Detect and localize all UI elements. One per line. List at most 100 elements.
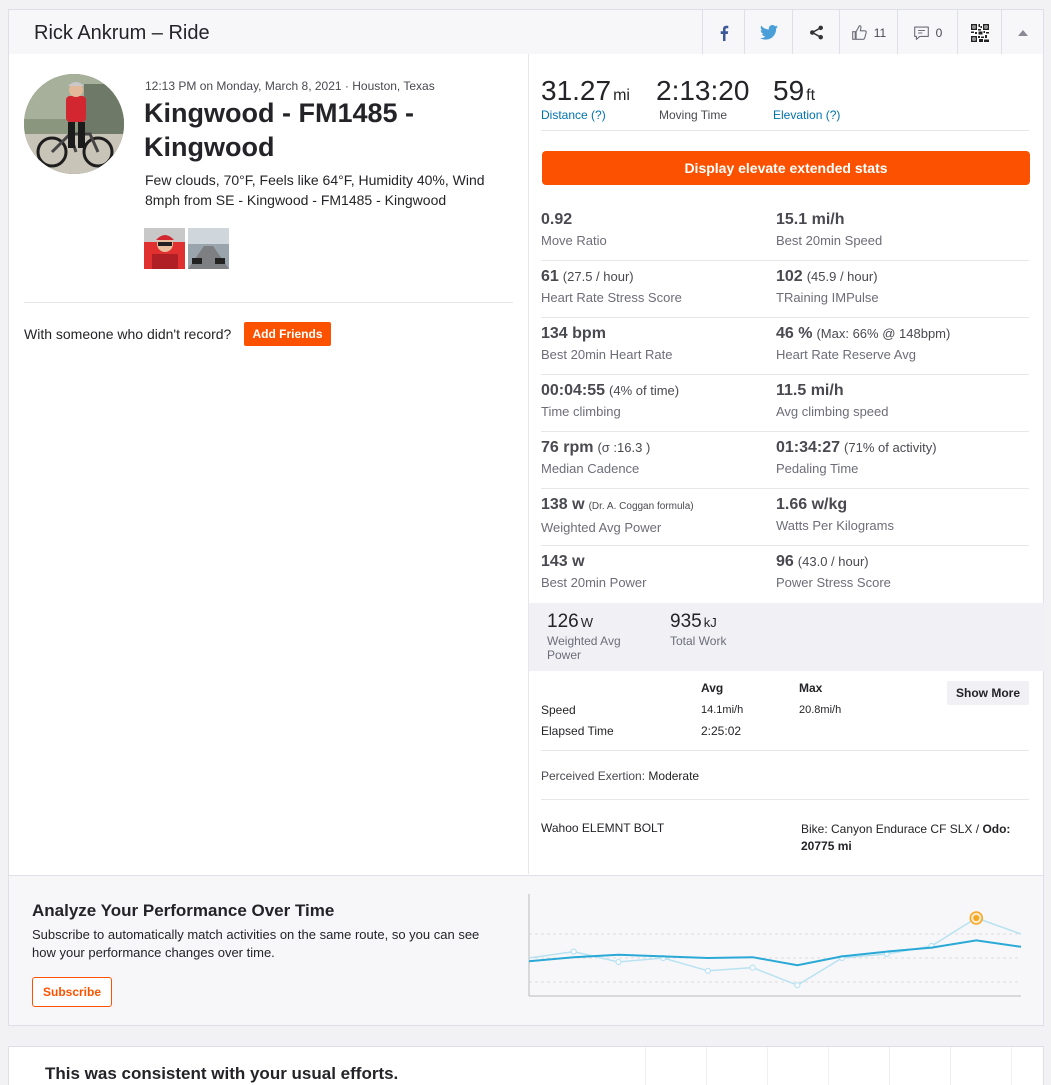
twitter-icon <box>759 25 778 40</box>
extended-stat: 138 w (Dr. A. Coggan formula) Weighted Avg… <box>541 495 694 535</box>
header-actions: 11 0 <box>702 10 1043 55</box>
distance-stat: 31.27 mi Distance (?) <box>541 75 630 123</box>
with-someone-text: With someone who didn't record? <box>24 326 232 342</box>
performance-preview-chart <box>528 894 1022 997</box>
extended-stat: 00:04:55 (4% of time) Time climbing <box>541 381 679 419</box>
moving-time-stat: 2:13:20 Moving Time <box>656 75 750 123</box>
show-more-button[interactable]: Show More <box>947 681 1029 705</box>
extended-stat: 46 % (Max: 66% @ 148bpm) Heart Rate Reserv… <box>776 324 950 362</box>
data-point <box>615 958 622 966</box>
extended-stat-label: Time climbing <box>541 404 621 419</box>
extended-stat-label: Best 20min Power <box>541 575 647 590</box>
qr-code-button[interactable] <box>957 10 1001 55</box>
header-title: Rick Ankrum – Ride <box>34 22 210 44</box>
extended-stat-label: Heart Rate Stress Score <box>541 290 682 305</box>
divider <box>541 488 1029 489</box>
share-button[interactable] <box>792 10 839 55</box>
facebook-share-button[interactable] <box>702 10 744 55</box>
comments-count: 0 <box>935 25 943 40</box>
weighted-avg-power-label-2: Power <box>547 648 582 662</box>
table-cell-avg: 2:25:02 <box>701 724 742 738</box>
share-icon <box>809 25 823 40</box>
promo-title: Analyze Your Performance Over Time <box>32 901 335 920</box>
distance-value: 31.27 <box>541 75 612 106</box>
extended-stat-value: 0.92 <box>541 211 573 228</box>
total-work-stat: 935 kJ Total Work <box>670 611 726 648</box>
data-point <box>570 948 577 955</box>
series-line-individual <box>528 917 1022 987</box>
total-work-label: Total Work <box>670 634 727 648</box>
extended-stat: 61 (27.5 / hour) Heart Rate Stress Score <box>541 267 682 305</box>
extended-stat-label: Best 20min Speed <box>776 233 883 248</box>
extended-stat-value: 138 w <box>541 496 585 513</box>
kudos-count: 11 <box>873 25 887 40</box>
twitter-share-button[interactable] <box>744 10 792 55</box>
qr-code-icon <box>970 23 989 42</box>
activity-date-location: 12:13 PM on Monday, March 8, 2021 · Hous… <box>145 79 435 93</box>
effort-history-columns <box>645 1047 1051 1085</box>
elevation-label-link[interactable]: Elevation (?) <box>773 108 840 122</box>
extended-stat: 0.92 Move Ratio <box>541 210 607 248</box>
performance-upsell: Analyze Your Performance Over Time Subsc… <box>8 875 1044 1026</box>
extended-stat-extra: (Max: 66% @ 148bpm) <box>816 326 951 341</box>
extended-stat-value: 143 w <box>541 553 585 570</box>
column-divider <box>528 54 529 874</box>
photo-thumbnail[interactable] <box>188 228 229 269</box>
distance-label-link[interactable]: Distance (?) <box>541 108 630 122</box>
extended-stat: 76 rpm (σ :16.3 ) Median Cadence <box>541 438 650 476</box>
activity-summary: 12:13 PM on Monday, March 8, 2021 · Hous… <box>8 54 1044 876</box>
weighted-avg-power-unit: W <box>580 615 593 630</box>
elevation-stat: 59 ft Elevation (?) <box>773 75 840 123</box>
activity-title: Kingwood - FM1485 - Kingwood <box>144 98 414 162</box>
comments-button[interactable]: 0 <box>897 10 957 55</box>
bike-name: Bike: Canyon Endurace CF SLX / <box>801 822 983 836</box>
collapse-button[interactable] <box>1001 10 1043 55</box>
add-friends-button[interactable]: Add Friends <box>244 322 331 346</box>
perceived-exertion-label: Perceived Exertion: <box>541 769 646 783</box>
total-work-unit: kJ <box>703 615 717 630</box>
facebook-icon <box>720 25 728 41</box>
kudos-button[interactable]: 11 <box>839 10 897 55</box>
extended-stat: 102 (45.9 / hour) TRaining IMPulse <box>776 267 879 305</box>
elevate-extended-stats-button[interactable]: Display elevate extended stats <box>542 151 1030 185</box>
extended-stat-label: Watts Per Kilograms <box>776 518 894 533</box>
extended-stat-label: TRaining IMPulse <box>776 290 879 305</box>
moving-time-label: Moving Time <box>659 108 728 122</box>
extended-stat-extra: (σ :16.3 ) <box>597 440 651 455</box>
extended-stat-value: 134 bpm <box>541 325 606 342</box>
extended-stat-value: 96 <box>776 553 794 570</box>
extended-stat-value: 102 <box>776 268 803 285</box>
activity-header: Rick Ankrum – Ride 11 0 <box>8 9 1044 55</box>
extended-stat: 143 w Best 20min Power <box>541 552 647 590</box>
weighted-avg-power-stat: 126 W Weighted Avg Power <box>547 611 621 662</box>
weighted-avg-power-label: Weighted Avg <box>547 634 621 648</box>
moving-time-value: 2:13:20 <box>656 75 750 106</box>
avatar[interactable] <box>24 74 124 174</box>
elevation-value: 59 <box>773 75 805 106</box>
table-row-label: Elapsed Time <box>541 724 614 738</box>
chevron-up-icon <box>1017 29 1028 36</box>
activity-description: Few clouds, 70°F, Feels like 64°F, Humid… <box>145 172 485 208</box>
perceived-exertion: Perceived Exertion: Moderate <box>541 769 699 783</box>
photo-thumbnail[interactable] <box>144 228 185 269</box>
data-point <box>704 967 712 974</box>
table-row-label: Speed <box>541 703 576 717</box>
extended-stat-value: 61 <box>541 268 559 285</box>
extended-stat: 15.1 mi/h Best 20min Speed <box>776 210 882 248</box>
extended-stat-label: Power Stress Score <box>776 575 891 590</box>
perceived-exertion-value: Moderate <box>648 769 700 783</box>
subscribe-button[interactable]: Subscribe <box>32 977 112 1007</box>
extended-stat-label: Weighted Avg Power <box>541 520 662 535</box>
extended-stat-label: Pedaling Time <box>776 461 859 476</box>
extended-stat-extra: (4% of time) <box>609 383 680 398</box>
effort-comparison: This was consistent with your usual effo… <box>8 1046 1044 1085</box>
table-cell-max: 20.8mi/h <box>799 704 842 716</box>
extended-stat-label: Avg climbing speed <box>776 404 889 419</box>
divider <box>541 431 1029 432</box>
extended-stat-label: Median Cadence <box>541 461 640 476</box>
extended-stat-value: 46 % <box>776 325 813 342</box>
power-summary: 126 W Weighted Avg Power 935 kJ Total Work <box>529 603 1044 671</box>
divider <box>24 302 513 303</box>
extended-stat: 134 bpm Best 20min Heart Rate <box>541 324 673 362</box>
table-header-max: Max <box>799 681 823 695</box>
